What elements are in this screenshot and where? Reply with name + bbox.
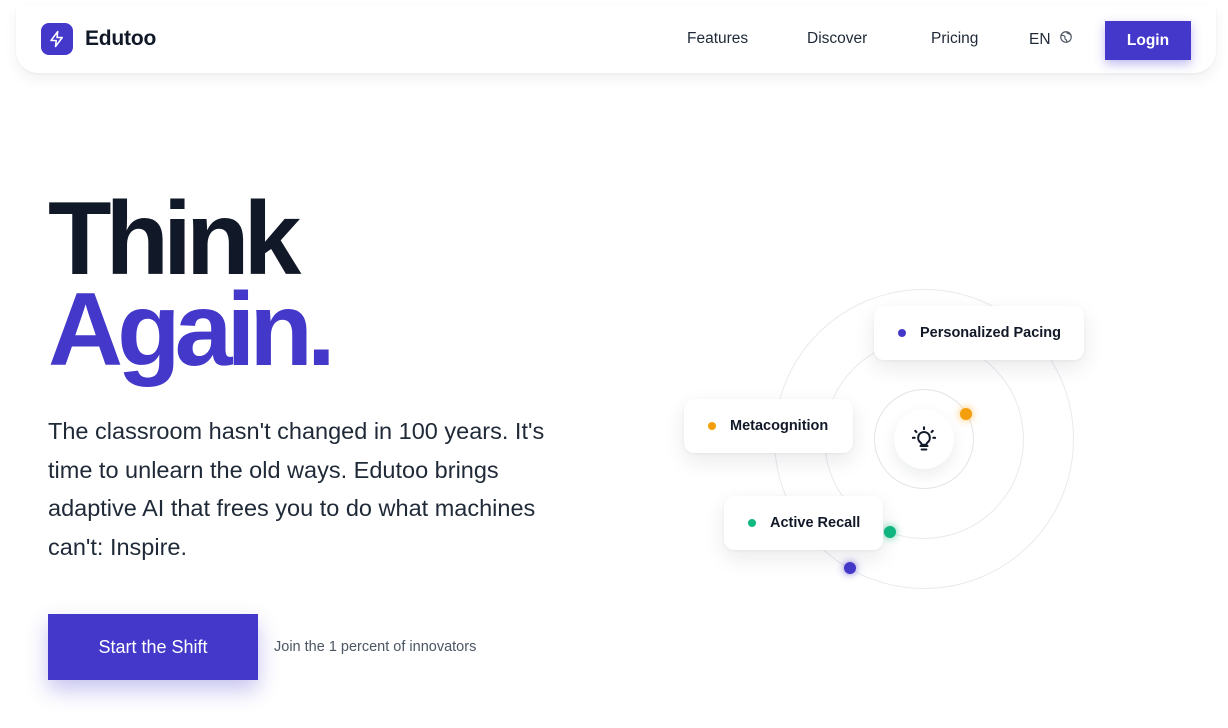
nav-discover[interactable]: Discover [807, 30, 867, 48]
language-code: EN [1029, 30, 1051, 48]
orbit-dot-blue [844, 562, 856, 574]
lightning-icon [41, 23, 73, 55]
nav-features[interactable]: Features [687, 30, 748, 48]
lightbulb-icon [894, 409, 954, 469]
top-navbar: Edutoo Features Discover Pricing EN Logi… [16, 6, 1216, 73]
hero-subtitle: The classroom hasn't changed in 100 year… [48, 418, 545, 560]
status-dot [708, 422, 716, 430]
headline-line-2: Again. [48, 272, 336, 388]
feature-pill-active-recall: Active Recall [724, 496, 883, 550]
hero-headline: Think Again. [48, 187, 336, 388]
status-dot [898, 329, 906, 337]
orbit-dot-green [884, 526, 896, 538]
nav-pricing[interactable]: Pricing [931, 30, 978, 48]
start-shift-button[interactable]: Start the Shift [48, 614, 258, 680]
orbit-diagram: Personalized Pacing Metacognition Active… [660, 270, 1120, 610]
pill-label: Metacognition [730, 418, 829, 434]
pill-label: Active Recall [770, 515, 861, 531]
language-selector[interactable]: EN [1029, 30, 1073, 49]
status-dot [748, 519, 756, 527]
brand-logo[interactable]: Edutoo [41, 23, 156, 55]
pill-label: Personalized Pacing [920, 325, 1062, 341]
feature-pill-metacognition: Metacognition [684, 399, 853, 453]
orbit-dot-orange [960, 408, 972, 420]
feature-pill-personalized-pacing: Personalized Pacing [874, 306, 1084, 360]
cta-note: Join the 1 percent of innovators [274, 639, 477, 655]
globe-icon [1059, 30, 1073, 49]
login-button[interactable]: Login [1105, 21, 1191, 60]
brand-name: Edutoo [85, 27, 157, 50]
